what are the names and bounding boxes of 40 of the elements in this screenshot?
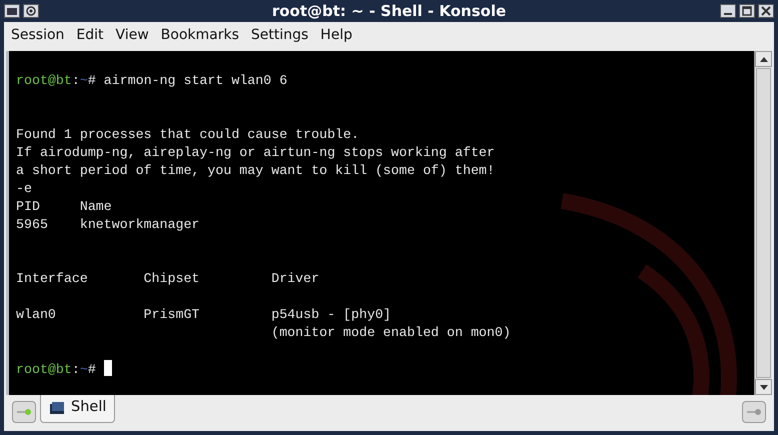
prompt-separator: : — [72, 73, 80, 88]
prompt-user: root@bt — [16, 73, 72, 88]
new-tab-icon — [17, 408, 31, 416]
minimize-icon[interactable] — [720, 4, 736, 18]
tab[interactable]: Shell — [40, 394, 116, 423]
scrollbar[interactable] — [754, 51, 772, 395]
command-text: airmon-ng start wlan0 6 — [104, 73, 288, 88]
close-icon[interactable] — [758, 4, 774, 18]
prompt-path: ~ — [80, 362, 88, 377]
output-line: 5965 knetworkmanager — [16, 217, 200, 232]
prompt-separator: : — [72, 362, 80, 377]
up-arrow-icon — [760, 56, 768, 62]
scroll-thumb[interactable] — [756, 68, 771, 378]
prompt-symbol: # — [88, 362, 96, 377]
prompt-symbol: # — [88, 73, 96, 88]
terminal-icon — [49, 401, 65, 415]
window-menu-icon[interactable] — [4, 4, 20, 18]
menu-item[interactable]: Bookmarks — [156, 24, 244, 46]
scroll-down-button[interactable] — [755, 379, 772, 395]
prompt-path: ~ — [80, 73, 88, 88]
output-line: Found 1 processes that could cause trouble. — [16, 127, 360, 142]
window-title: root@bt: ~ - Shell - Konsole — [270, 1, 508, 22]
menu-item[interactable]: Settings — [246, 24, 314, 46]
output-line: Interface Chipset Driver — [16, 271, 320, 286]
output-line: PID Name — [16, 199, 112, 214]
close-tab-icon — [747, 408, 761, 416]
menu-item[interactable]: View — [110, 24, 154, 46]
output-line: a short period of time, you may want to kill (some of) them! — [16, 163, 495, 178]
output-line: wlan0 PrismGT p54usb - [phy0] — [16, 307, 392, 322]
output-line: -e — [16, 181, 32, 196]
scroll-up-button[interactable] — [755, 51, 772, 67]
output-line: (monitor mode enabled on mon0) — [270, 325, 511, 340]
down-arrow-icon — [760, 384, 768, 390]
menu-item[interactable]: Help — [315, 24, 358, 46]
sticky-icon[interactable] — [23, 4, 39, 18]
maximize-icon[interactable] — [739, 4, 755, 18]
menu-item[interactable]: Edit — [71, 24, 109, 46]
menu-item[interactable]: Session — [6, 24, 70, 46]
output-line: If airodump-ng, aireplay-ng or airtun-ng stops working after — [16, 145, 495, 160]
prompt-user: root@bt — [16, 362, 72, 377]
